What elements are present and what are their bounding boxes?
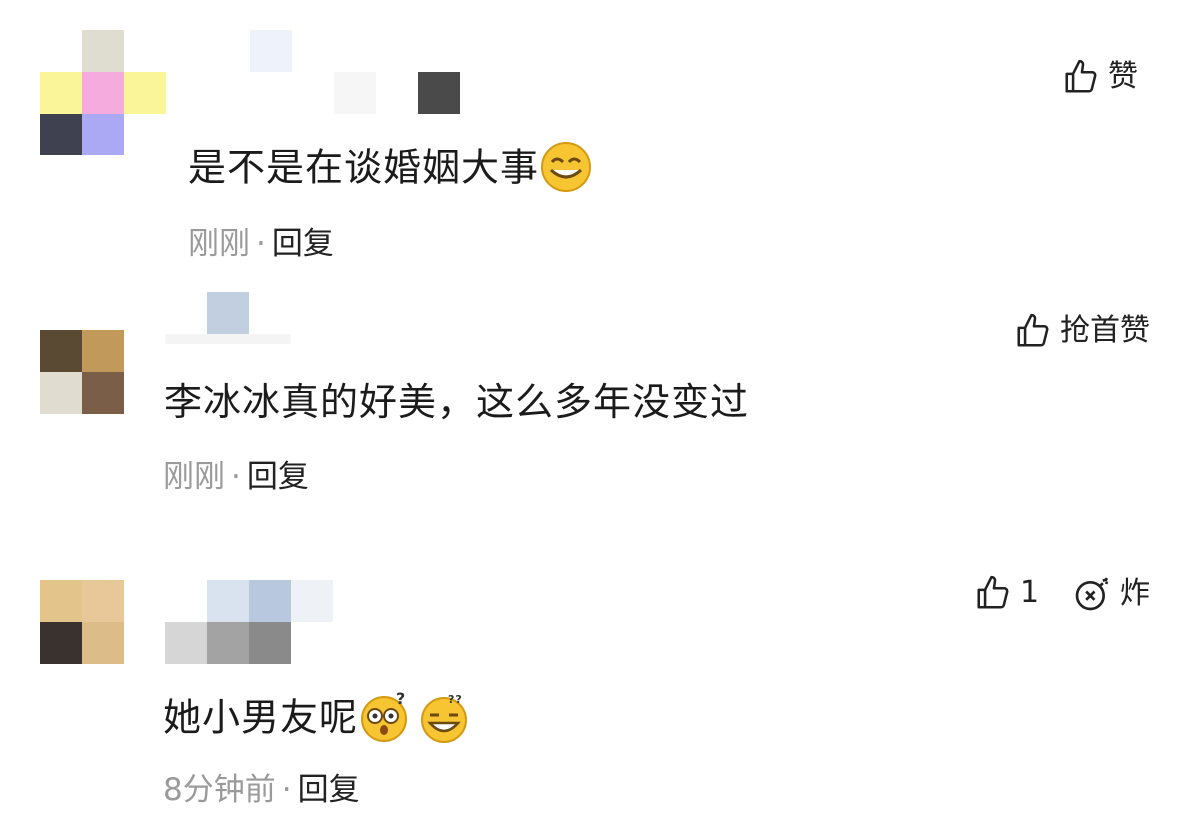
avatar[interactable] xyxy=(40,580,124,664)
like-button[interactable]: 1 xyxy=(974,574,1039,612)
svg-text:?: ? xyxy=(396,690,406,708)
first-like-button[interactable]: 抢首赞 xyxy=(1014,312,1150,350)
comment-meta: 刚刚 · 回复 xyxy=(163,459,309,495)
timestamp: 刚刚 xyxy=(188,226,250,262)
username-mosaic[interactable] xyxy=(165,292,291,344)
avatar[interactable] xyxy=(40,30,166,155)
like-label: 赞 xyxy=(1108,59,1138,94)
reply-button[interactable]: 回复 xyxy=(247,459,309,495)
thumbs-up-icon xyxy=(974,574,1012,612)
like-button[interactable]: 赞 xyxy=(1062,58,1138,96)
confused-question-emoji-icon: ? xyxy=(358,689,412,750)
reply-button[interactable]: 回复 xyxy=(272,226,334,262)
bomb-icon xyxy=(1072,574,1112,614)
timestamp: 刚刚 xyxy=(163,459,225,495)
timestamp: 8分钟前 xyxy=(163,772,276,808)
comment-text: 她小男友呢 ? ?? xyxy=(163,689,472,750)
comment-text: 是不是在谈婚姻大事 xyxy=(188,140,593,200)
like-label: 抢首赞 xyxy=(1060,313,1150,348)
like-count: 1 xyxy=(1020,575,1040,610)
comment-text: 李冰冰真的好美，这么多年没变过 xyxy=(164,380,750,424)
username-mosaic[interactable] xyxy=(250,30,460,114)
comment-meta: 8分钟前 · 回复 xyxy=(163,772,360,808)
thumbs-up-icon xyxy=(1014,312,1052,350)
dizzy-grin-emoji-icon: ?? xyxy=(418,690,472,750)
comment-meta: 刚刚 · 回复 xyxy=(188,226,334,262)
thumbs-up-icon xyxy=(1062,58,1100,96)
reply-button[interactable]: 回复 xyxy=(298,772,360,808)
username-mosaic[interactable] xyxy=(165,580,375,664)
bomb-label: 炸 xyxy=(1120,576,1150,611)
bomb-button[interactable]: 炸 xyxy=(1072,574,1150,614)
avatar[interactable] xyxy=(40,330,124,414)
svg-text:??: ?? xyxy=(448,693,463,706)
grinning-squint-emoji-icon xyxy=(539,140,593,200)
